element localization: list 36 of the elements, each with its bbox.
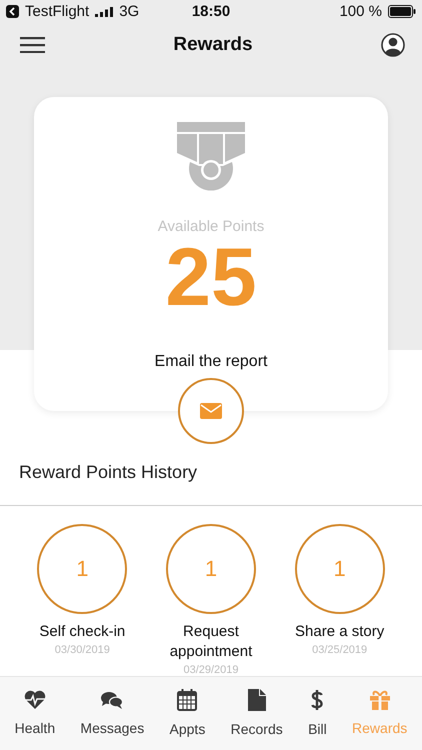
envelope-icon	[200, 403, 222, 420]
dollar-icon	[311, 689, 324, 712]
points-count: 1	[76, 556, 88, 582]
section-title: Reward Points History	[19, 462, 198, 482]
clock: 18:50	[192, 3, 230, 20]
reward-date: 03/25/2019	[312, 644, 368, 656]
signal-icon	[95, 6, 114, 17]
reward-date: 03/29/2019	[183, 664, 239, 676]
tab[interactable]: Health	[14, 690, 56, 736]
medal-icon	[176, 122, 246, 192]
points-value: 25	[165, 237, 257, 320]
tab[interactable]: Messages	[80, 690, 144, 736]
heart-pulse-icon	[24, 690, 46, 710]
reward-name: Request appointment	[168, 622, 254, 662]
page-title: Rewards	[173, 34, 253, 56]
reward-name: Self check-in	[39, 622, 126, 642]
tab[interactable]: Appts	[170, 689, 206, 738]
email-report-label: Email the report	[154, 353, 268, 372]
points-count: 1	[334, 556, 346, 582]
menu-icon[interactable]	[20, 37, 45, 54]
calendar-icon	[177, 689, 198, 712]
chat-bubbles-icon	[100, 690, 124, 710]
points-count: 1	[204, 556, 218, 582]
tab[interactable]: Bill	[308, 689, 327, 738]
battery-label: 100 %	[339, 3, 382, 20]
gift-icon	[368, 690, 391, 710]
profile-icon[interactable]	[380, 33, 405, 58]
document-icon	[248, 689, 266, 712]
reward-name: Share a story	[295, 622, 384, 642]
back-icon[interactable]	[6, 5, 19, 18]
battery-icon	[388, 5, 416, 18]
back-app-label[interactable]: TestFlight	[25, 3, 90, 20]
points-label: Available Points	[158, 218, 264, 236]
network-label: 3G	[119, 3, 140, 20]
reward-date: 03/30/2019	[54, 644, 110, 656]
tab[interactable]: Records	[230, 689, 283, 738]
